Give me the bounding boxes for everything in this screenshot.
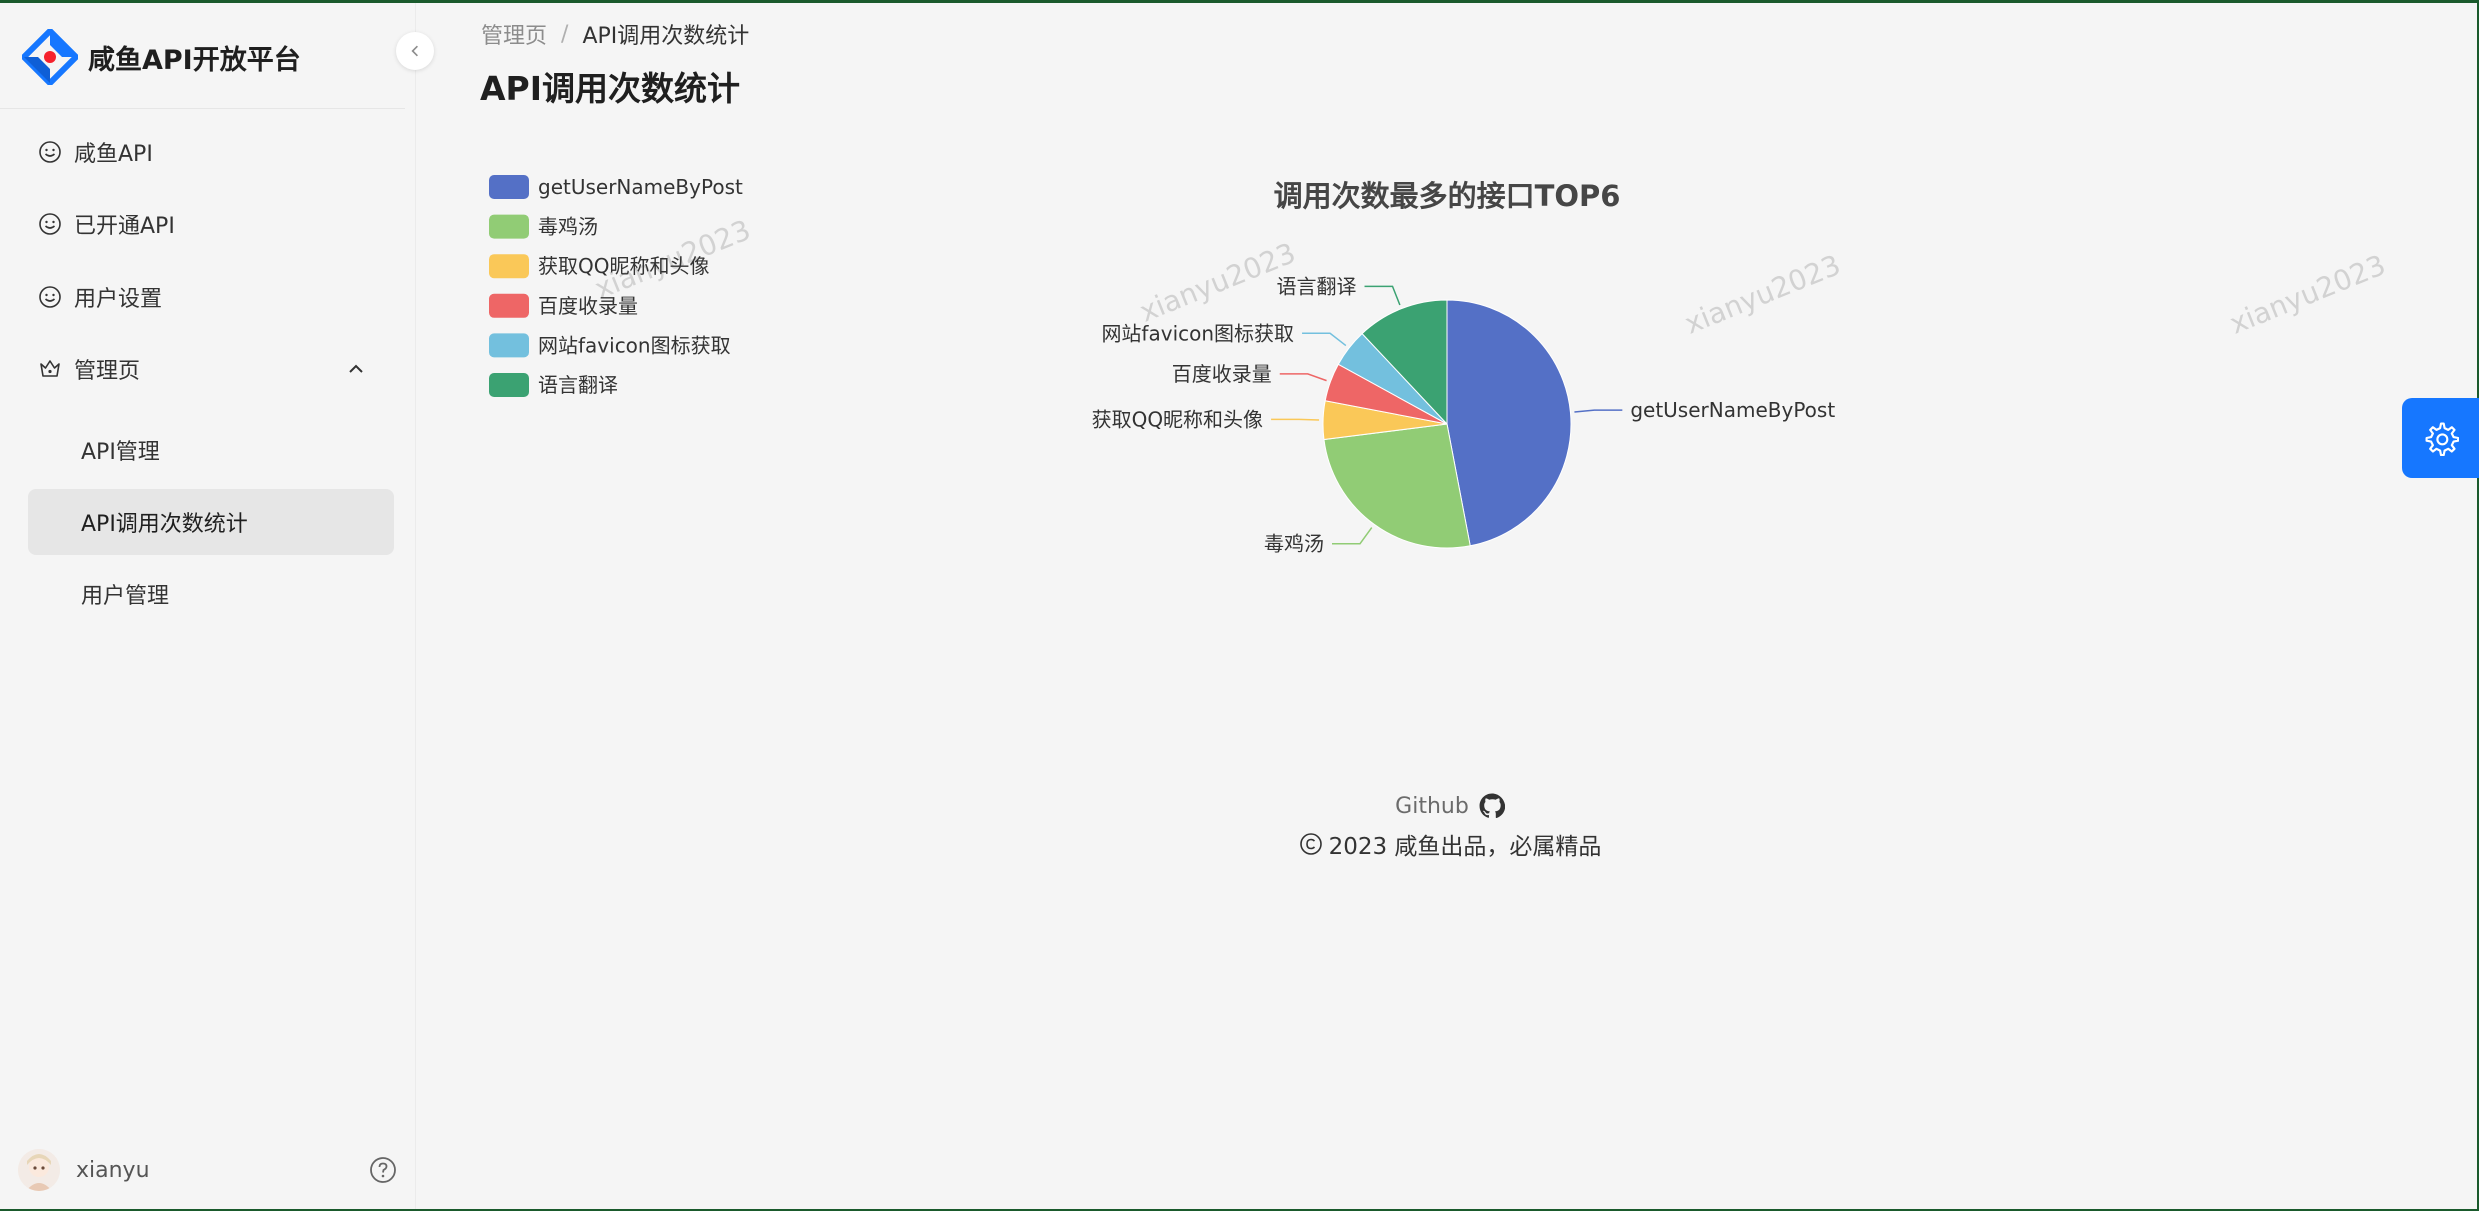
legend-label: 获取QQ昵称和头像	[538, 254, 709, 278]
smile-icon	[39, 213, 61, 235]
slice-label: getUserNameByPost	[1630, 398, 1835, 422]
github-link[interactable]: Github	[1200, 788, 1700, 824]
sidebar-subitem-api-stats[interactable]: API调用次数统计	[28, 489, 394, 555]
brand-title: 咸鱼API开放平台	[88, 44, 301, 76]
logo-icon	[22, 29, 78, 85]
label-line	[1574, 409, 1623, 413]
breadcrumb: 管理页 / API调用次数统计	[481, 18, 749, 50]
sidebar-item-xianyu-api[interactable]: 咸鱼API	[28, 120, 394, 184]
smile-icon	[39, 141, 61, 163]
slice-label: 获取QQ昵称和头像	[1092, 407, 1263, 431]
legend-swatch[interactable]	[489, 333, 529, 358]
sidebar: 咸鱼API开放平台 咸鱼API 已开通API 用户设置 管理页 API管理 AP…	[0, 3, 416, 1209]
sidebar-item-opened-api[interactable]: 已开通API	[28, 192, 394, 256]
github-label: Github	[1395, 793, 1469, 819]
settings-button[interactable]	[2402, 398, 2479, 478]
sidebar-subitem-label: API管理	[81, 440, 160, 465]
sidebar-item-user-settings[interactable]: 用户设置	[28, 265, 394, 329]
label-line	[1364, 285, 1401, 306]
breadcrumb-current: API调用次数统计	[582, 24, 750, 49]
legend-swatch[interactable]	[489, 175, 529, 199]
smile-icon	[39, 286, 61, 308]
pie-chart-svg: 调用次数最多的接口TOP6getUserNameByPost毒鸡汤获取QQ昵称和…	[489, 175, 1835, 556]
legend-label: 毒鸡汤	[538, 215, 598, 239]
legend-label: 语言翻译	[538, 373, 618, 397]
chevron-left-icon	[411, 45, 418, 57]
sidebar-subitem-api-manage[interactable]: API管理	[28, 417, 394, 483]
legend-swatch[interactable]	[489, 254, 529, 279]
label-line	[1279, 373, 1327, 382]
legend-label: getUserNameByPost	[538, 175, 743, 199]
watermark: xianyu2023	[2225, 248, 2391, 341]
label-line	[1271, 418, 1320, 421]
copyright: 2023 咸鱼出品，必属精品	[1200, 824, 1700, 864]
chart-title: 调用次数最多的接口TOP6	[1274, 179, 1621, 213]
chevron-up-icon	[349, 364, 363, 373]
sidebar-item-label: 咸鱼API	[74, 142, 153, 167]
pie-chart: 调用次数最多的接口TOP6 getUserNameByPost 毒鸡汤 获取QQ昵称和…	[460, 160, 1960, 600]
legend-label: 网站favicon图标获取	[538, 333, 731, 357]
collapse-sidebar-button[interactable]	[396, 32, 434, 70]
pie-slice[interactable]	[1446, 299, 1572, 547]
legend-swatch[interactable]	[489, 373, 529, 397]
user-bar: xianyu	[18, 1143, 398, 1197]
breadcrumb-parent[interactable]: 管理页	[481, 18, 547, 50]
legend-swatch[interactable]	[489, 293, 529, 318]
slice-label: 百度收录量	[1172, 362, 1272, 386]
brand[interactable]: 咸鱼API开放平台	[22, 27, 301, 87]
breadcrumb-separator: /	[561, 21, 569, 47]
sidebar-subitem-user-manage[interactable]: 用户管理	[28, 561, 394, 627]
sidebar-item-label: 用户设置	[74, 287, 163, 312]
copyright-icon	[1299, 833, 1322, 855]
sidebar-item-label: 已开通API	[74, 214, 175, 239]
legend-swatch[interactable]	[489, 214, 529, 239]
avatar-image	[18, 1149, 60, 1191]
gear-icon	[2425, 422, 2459, 456]
pie-slice[interactable]	[1323, 423, 1471, 549]
slice-label: 毒鸡汤	[1264, 532, 1324, 556]
label-line	[1302, 332, 1347, 347]
sidebar-item-admin[interactable]: 管理页	[28, 337, 394, 401]
question-circle-icon[interactable]	[368, 1155, 398, 1185]
sidebar-subitem-label: API调用次数统计	[81, 512, 248, 537]
github-icon	[1479, 793, 1505, 819]
crown-icon	[40, 360, 60, 377]
page-title: API调用次数统计	[480, 69, 741, 108]
user-name[interactable]: xianyu	[76, 1158, 368, 1183]
legend-label: 百度收录量	[538, 294, 638, 318]
brand-divider	[0, 108, 405, 109]
avatar[interactable]	[18, 1149, 60, 1191]
sidebar-subitem-label: 用户管理	[81, 584, 170, 609]
slice-label: 语言翻译	[1277, 274, 1357, 298]
copyright-text: 2023 咸鱼出品，必属精品	[1328, 834, 1602, 860]
label-line	[1332, 527, 1373, 545]
sidebar-item-label: 管理页	[74, 359, 141, 384]
footer: Github 2023 咸鱼出品，必属精品	[1200, 788, 1700, 864]
slice-label: 网站favicon图标获取	[1101, 321, 1294, 345]
